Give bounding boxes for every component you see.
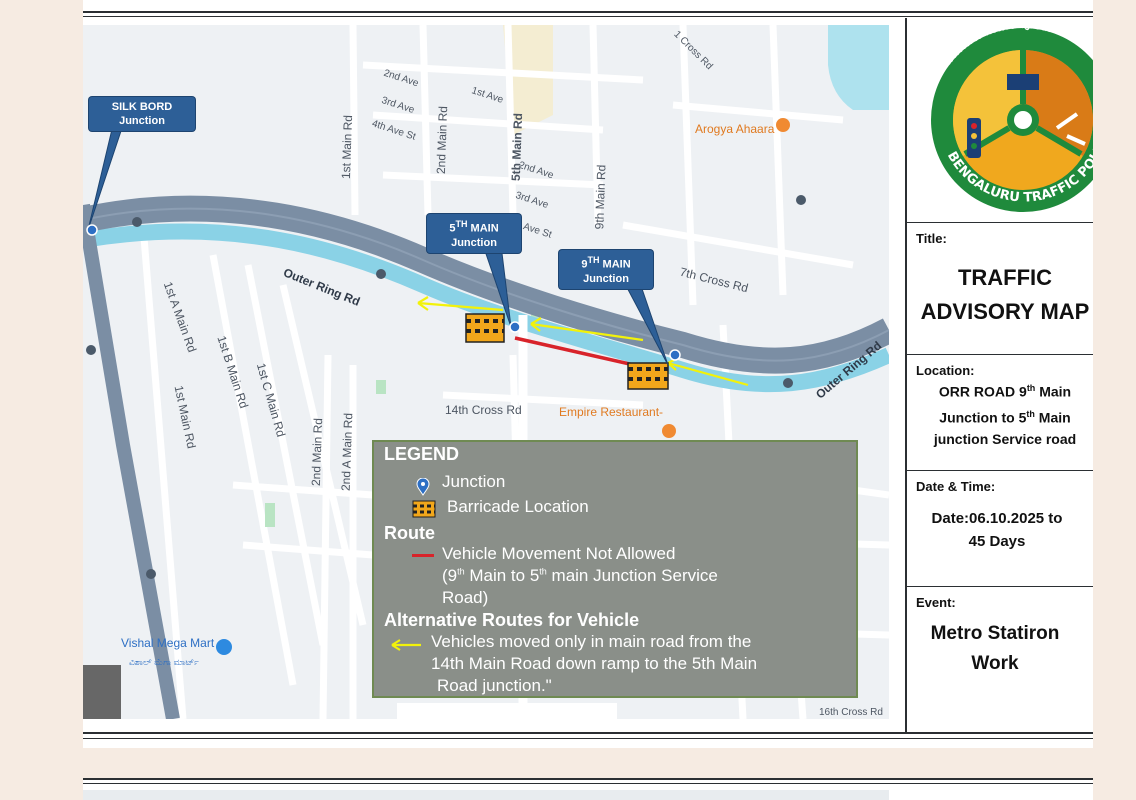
barricade-9th-main-icon xyxy=(627,362,669,390)
next-page-top-border xyxy=(83,778,1093,780)
top-border-inner xyxy=(83,16,1093,17)
next-page-top-border-inner xyxy=(83,783,1093,784)
ninth-main-label: 9th Main Rd xyxy=(592,164,609,230)
silk-bord-junction-callout: SILK BORD Junction xyxy=(89,97,195,131)
silk-bord-line1: SILK BORD xyxy=(111,101,173,113)
second-a-main-label: 2nd A Main Rd xyxy=(338,412,356,492)
event-cell: Event: Metro Statiron Work xyxy=(907,586,1093,733)
fifth-main-line1: 5TH MAIN xyxy=(449,219,499,235)
barricade-5th-main-icon xyxy=(465,313,505,343)
legend-alt-line2: 14th Main Road down ramp to the 5th Main xyxy=(431,654,758,673)
legend-alt-heading: Alternative Routes for Vehicle xyxy=(384,610,640,630)
arogya-ahaara-label: Arogya Ahaara xyxy=(695,122,775,136)
first-main-label: 1st Main Rd xyxy=(338,114,356,180)
legend-route-heading: Route xyxy=(384,523,435,543)
legend-title: LEGEND xyxy=(384,444,460,464)
info-panel: BENGALURU TRAFFIC POLICE ಬೆಂಗಳೂರು ಸಂಚಾರ … xyxy=(903,7,1093,733)
no-entry-line-icon xyxy=(412,554,434,557)
silk-bord-line2: Junction xyxy=(119,115,165,127)
legend-not-allowed: Vehicle Movement Not Allowed xyxy=(442,544,676,563)
top-border xyxy=(83,11,1093,13)
location-value: ORR ROAD 9th Main Junction to 5th Main j… xyxy=(907,377,1093,450)
title-cell: Title: TRAFFIC ADVISORY MAP xyxy=(907,222,1093,355)
event-label: Event: xyxy=(916,595,956,610)
fifth-main-junction-callout: 5TH MAIN Junction xyxy=(427,214,521,253)
location-line2: Junction to 5th Main xyxy=(939,408,1071,426)
map-legend: LEGEND Junction Barricade Location Route… xyxy=(372,440,858,698)
title-label: Title: xyxy=(916,231,947,246)
date-cell: Date & Time: Date:06.10.2025 to 45 Days xyxy=(907,470,1093,587)
next-page-map-edge xyxy=(83,790,889,800)
sixteenth-cross-label: 16th Cross Rd xyxy=(819,707,883,718)
fourteenth-cross-label: 14th Cross Rd xyxy=(445,403,522,417)
traffic-police-logo-icon: BENGALURU TRAFFIC POLICE ಬೆಂಗಳೂರು ಸಂಚಾರ … xyxy=(903,7,1093,212)
logo-cell: BENGALURU TRAFFIC POLICE ಬೆಂಗಳೂರು ಸಂಚಾರ … xyxy=(903,7,1093,222)
vishal-mega-mart-label: Vishal Mega Mart xyxy=(121,636,215,650)
fifth-main-line2: Junction xyxy=(451,236,497,249)
vishal-mega-mart-kn-label: ವಿಶಾಲ್ ಮೆಗಾ ಮಾರ್ಟ್ xyxy=(129,657,199,667)
legend-not-allowed-detail-2: Road) xyxy=(442,588,489,607)
location-line3: junction Service road xyxy=(933,431,1077,448)
date-label: Date & Time: xyxy=(916,479,996,494)
empire-restaurant-label: Empire Restaurant- xyxy=(559,405,664,419)
bottom-border xyxy=(83,732,1093,734)
location-line1: ORR ROAD 9th Main xyxy=(938,383,1072,400)
legend-alt-line3: Road junction." xyxy=(437,676,552,695)
legend-junction-label: Junction xyxy=(442,472,506,491)
location-label: Location: xyxy=(916,363,975,378)
advisory-sheet: Outer Ring Rd Outer Ring Rd 2nd Main Rd … xyxy=(83,0,1093,800)
page-gap xyxy=(83,748,1093,778)
alt-route-arrow-icon xyxy=(391,639,421,651)
junction-pin-icon xyxy=(416,478,430,496)
legend-barricade-label: Barricade Location xyxy=(447,497,589,516)
bottom-border-inner xyxy=(83,738,1093,739)
ninth-main-line2: Junction xyxy=(583,272,629,285)
traffic-map[interactable]: Outer Ring Rd Outer Ring Rd 2nd Main Rd … xyxy=(83,25,889,719)
legend-not-allowed-detail: (9th Main to 5th main Junction Service xyxy=(442,566,718,585)
title-value: TRAFFIC ADVISORY MAP xyxy=(920,265,1090,324)
date-value: Date:06.10.2025 to 45 Days xyxy=(931,510,1063,550)
second-main-label-2: 2nd Main Rd xyxy=(308,417,326,487)
barricade-icon xyxy=(412,500,436,518)
location-cell: Location: ORR ROAD 9th Main Junction to … xyxy=(907,354,1093,471)
legend-alt-line1: Vehicles moved only in main road from th… xyxy=(431,632,752,651)
ninth-main-line1: 9TH MAIN xyxy=(581,255,631,271)
event-value: Metro Statiron Work xyxy=(930,623,1060,674)
ninth-main-junction-callout: 9TH MAIN Junction xyxy=(559,250,653,289)
second-main-label: 2nd Main Rd xyxy=(433,105,451,175)
